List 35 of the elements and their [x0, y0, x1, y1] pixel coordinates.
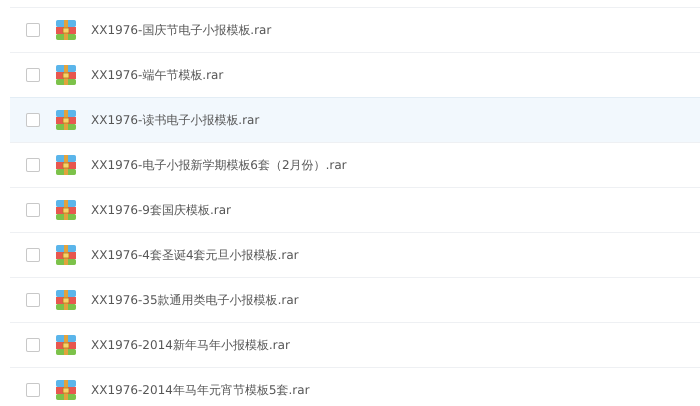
file-name[interactable]: XX1976-4套圣诞4套元旦小报模板.rar [91, 246, 299, 264]
file-row[interactable]: XX1976-读书电子小报模板.rar [10, 97, 700, 142]
checkbox[interactable] [26, 158, 40, 172]
archive-icon [56, 155, 76, 175]
file-row[interactable]: XX1976-电子小报新学期模板6套（2月份）.rar [10, 142, 700, 187]
archive-icon [56, 245, 76, 265]
checkbox[interactable] [26, 203, 40, 217]
archive-icon [56, 335, 76, 355]
archive-icon [56, 20, 76, 40]
checkbox[interactable] [26, 23, 40, 37]
archive-icon [56, 110, 76, 130]
checkbox[interactable] [26, 68, 40, 82]
archive-icon [56, 200, 76, 220]
file-row[interactable]: XX1976-4套圣诞4套元旦小报模板.rar [10, 232, 700, 277]
checkbox[interactable] [26, 113, 40, 127]
checkbox[interactable] [26, 248, 40, 262]
file-row[interactable]: XX1976-9套国庆模板.rar [10, 187, 700, 232]
file-row[interactable]: XX1976-国庆节电子小报模板.rar [10, 7, 700, 52]
file-name[interactable]: XX1976-35款通用类电子小报模板.rar [91, 292, 299, 308]
file-row[interactable]: XX1976-2014年马年元宵节模板5套.rar [10, 367, 700, 406]
checkbox[interactable] [26, 293, 40, 307]
archive-icon [56, 290, 76, 310]
file-name[interactable]: XX1976-电子小报新学期模板6套（2月份）.rar [91, 156, 347, 174]
file-name[interactable]: XX1976-9套国庆模板.rar [91, 202, 231, 218]
file-row[interactable]: XX1976-2014新年马年小报模板.rar [10, 322, 700, 367]
file-name[interactable]: XX1976-国庆节电子小报模板.rar [91, 22, 272, 38]
checkbox[interactable] [26, 338, 40, 352]
file-name[interactable]: XX1976-2014新年马年小报模板.rar [91, 336, 290, 354]
archive-icon [56, 380, 76, 400]
checkbox[interactable] [26, 383, 40, 397]
file-row[interactable]: XX1976-35款通用类电子小报模板.rar [10, 277, 700, 322]
file-name[interactable]: XX1976-读书电子小报模板.rar [91, 112, 260, 128]
file-name[interactable]: XX1976-端午节模板.rar [91, 66, 224, 84]
file-name[interactable]: XX1976-2014年马年元宵节模板5套.rar [91, 382, 310, 398]
archive-icon [56, 65, 76, 85]
